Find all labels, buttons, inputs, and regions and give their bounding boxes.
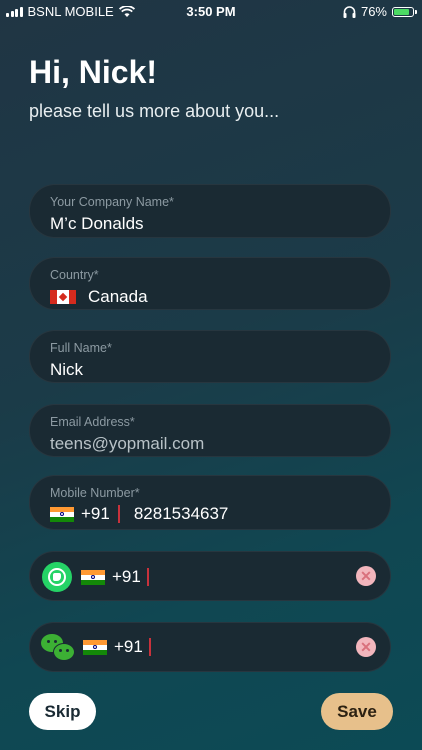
email-label: Email Address* [50, 415, 135, 429]
whatsapp-country-code[interactable]: +91 [112, 567, 141, 587]
country-value-row: Canada [50, 287, 148, 307]
battery-icon [392, 6, 417, 17]
skip-button[interactable]: Skip [29, 693, 96, 730]
india-flag-icon[interactable] [83, 639, 107, 655]
whatsapp-cursor [146, 568, 149, 586]
wechat-row: +91 [41, 632, 151, 662]
whatsapp-number-field[interactable]: +91 ✕ [29, 551, 391, 601]
whatsapp-icon [42, 562, 72, 592]
mobile-number-input[interactable]: 8281534637 [134, 504, 229, 524]
save-button[interactable]: Save [321, 693, 393, 730]
country-field[interactable]: Country* Canada [29, 257, 391, 310]
mobile-number-field[interactable]: Mobile Number* +91 8281534637 [29, 475, 391, 530]
mobile-divider [117, 505, 120, 523]
whatsapp-row: +91 [42, 562, 149, 592]
page-subtitle: please tell us more about you... [29, 101, 280, 121]
full-name-input[interactable]: Nick [50, 360, 83, 380]
country-label: Country* [50, 268, 99, 282]
india-flag-icon[interactable] [81, 569, 105, 585]
email-input[interactable]: teens@yopmail.com [50, 434, 204, 454]
clear-icon[interactable]: ✕ [356, 566, 376, 586]
wechat-cursor [148, 638, 151, 656]
headphones-icon [343, 5, 356, 18]
company-name-input[interactable]: M’c Donalds [50, 214, 144, 234]
clear-icon[interactable]: ✕ [356, 637, 376, 657]
wechat-icon [41, 632, 77, 662]
wechat-number-field[interactable]: +91 ✕ [29, 622, 391, 672]
battery-fill [394, 8, 410, 15]
page-title: Hi, Nick! [29, 54, 158, 90]
country-value: Canada [88, 287, 148, 306]
battery-percent: 76% [360, 4, 387, 19]
email-field[interactable]: Email Address* teens@yopmail.com [29, 404, 391, 457]
status-right: 76% [343, 4, 417, 19]
mobile-number-label: Mobile Number* [50, 486, 140, 500]
full-name-field[interactable]: Full Name* Nick [29, 330, 391, 383]
mobile-number-row: +91 8281534637 [50, 504, 228, 524]
status-bar: BSNL MOBILE 3:50 PM 76% [0, 0, 422, 24]
canada-flag-icon [50, 290, 76, 304]
company-name-label: Your Company Name* [50, 195, 174, 209]
mobile-country-code[interactable]: +91 [81, 504, 110, 524]
company-name-field[interactable]: Your Company Name* M’c Donalds [29, 184, 391, 238]
india-flag-icon[interactable] [50, 506, 74, 522]
wechat-country-code[interactable]: +91 [114, 637, 143, 657]
full-name-label: Full Name* [50, 341, 112, 355]
